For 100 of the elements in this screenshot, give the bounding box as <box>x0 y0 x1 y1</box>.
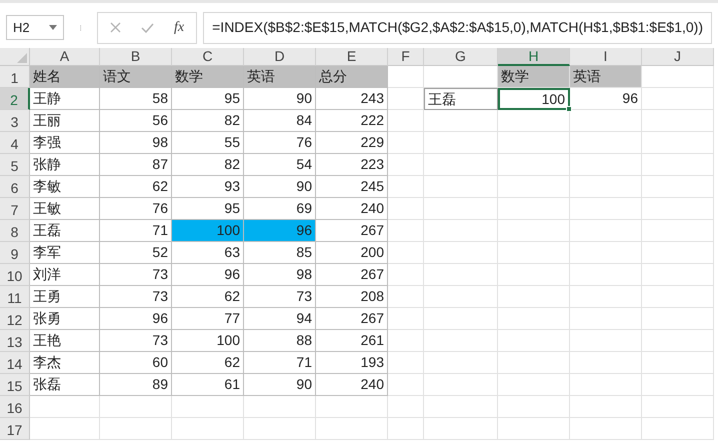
row-header[interactable]: 12 <box>0 308 30 330</box>
empty-cell[interactable] <box>316 418 388 440</box>
row-header[interactable]: 11 <box>0 286 30 308</box>
empty-cell[interactable] <box>570 176 642 198</box>
empty-cell[interactable] <box>570 220 642 242</box>
empty-cell[interactable] <box>424 110 498 132</box>
empty-cell[interactable] <box>642 330 714 352</box>
empty-cell[interactable] <box>388 418 424 440</box>
empty-cell[interactable] <box>570 286 642 308</box>
empty-cell[interactable] <box>570 110 642 132</box>
empty-cell[interactable] <box>570 374 642 396</box>
empty-cell[interactable] <box>642 286 714 308</box>
empty-cell[interactable] <box>424 374 498 396</box>
column-header[interactable]: I <box>570 48 642 66</box>
empty-cell[interactable] <box>388 330 424 352</box>
empty-cell[interactable] <box>498 308 570 330</box>
column-header[interactable]: J <box>642 48 714 66</box>
empty-cell[interactable] <box>100 418 172 440</box>
empty-cell[interactable] <box>388 396 424 418</box>
empty-cell[interactable] <box>388 374 424 396</box>
row-header[interactable]: 9 <box>0 242 30 264</box>
empty-cell[interactable] <box>424 352 498 374</box>
empty-cell[interactable] <box>498 110 570 132</box>
empty-cell[interactable] <box>642 220 714 242</box>
empty-cell[interactable] <box>570 132 642 154</box>
empty-cell[interactable] <box>498 352 570 374</box>
empty-cell[interactable] <box>498 220 570 242</box>
empty-cell[interactable] <box>424 264 498 286</box>
row-header[interactable]: 7 <box>0 198 30 220</box>
row-header[interactable]: 14 <box>0 352 30 374</box>
empty-cell[interactable] <box>498 176 570 198</box>
empty-cell[interactable] <box>570 154 642 176</box>
empty-cell[interactable] <box>570 242 642 264</box>
check-icon[interactable] <box>141 22 154 32</box>
empty-cell[interactable] <box>570 308 642 330</box>
empty-cell[interactable] <box>424 418 498 440</box>
column-header[interactable]: A <box>30 48 100 66</box>
empty-cell[interactable] <box>570 330 642 352</box>
empty-cell[interactable] <box>642 396 714 418</box>
row-header[interactable]: 3 <box>0 110 30 132</box>
empty-cell[interactable] <box>642 154 714 176</box>
empty-cell[interactable] <box>388 264 424 286</box>
empty-cell[interactable] <box>388 132 424 154</box>
empty-cell[interactable] <box>570 352 642 374</box>
fill-handle[interactable] <box>566 106 572 112</box>
empty-cell[interactable] <box>424 330 498 352</box>
column-header[interactable]: F <box>388 48 424 66</box>
row-header[interactable]: 6 <box>0 176 30 198</box>
empty-cell[interactable] <box>388 110 424 132</box>
empty-cell[interactable] <box>642 132 714 154</box>
column-header[interactable]: E <box>316 48 388 66</box>
empty-cell[interactable] <box>244 396 316 418</box>
row-header[interactable]: 8 <box>0 220 30 242</box>
column-header[interactable]: B <box>100 48 172 66</box>
row-header[interactable]: 1 <box>0 66 30 88</box>
row-header[interactable]: 10 <box>0 264 30 286</box>
empty-cell[interactable] <box>424 308 498 330</box>
empty-cell[interactable] <box>498 264 570 286</box>
empty-cell[interactable] <box>642 88 714 110</box>
empty-cell[interactable] <box>570 264 642 286</box>
empty-cell[interactable] <box>388 154 424 176</box>
empty-cell[interactable] <box>498 418 570 440</box>
empty-cell[interactable] <box>642 198 714 220</box>
active-cell[interactable]: 100 <box>498 88 570 110</box>
empty-cell[interactable] <box>424 220 498 242</box>
empty-cell[interactable] <box>642 352 714 374</box>
column-header[interactable]: D <box>244 48 316 66</box>
insert-function-button[interactable]: fx <box>174 17 184 38</box>
empty-cell[interactable] <box>424 132 498 154</box>
empty-cell[interactable] <box>498 374 570 396</box>
select-all-icon[interactable] <box>17 53 27 63</box>
empty-cell[interactable] <box>642 176 714 198</box>
empty-cell[interactable] <box>172 396 244 418</box>
empty-cell[interactable] <box>424 176 498 198</box>
row-header[interactable]: 5 <box>0 154 30 176</box>
empty-cell[interactable] <box>642 418 714 440</box>
empty-cell[interactable] <box>100 396 172 418</box>
formula-field[interactable]: =INDEX($B$2:$E$15,MATCH($G2,$A$2:$A$15,0),MATCH(H$1,$B$1:$E$1,0)) <box>203 12 712 44</box>
empty-cell[interactable] <box>388 286 424 308</box>
empty-cell[interactable] <box>498 286 570 308</box>
empty-cell[interactable] <box>642 242 714 264</box>
empty-cell[interactable] <box>388 198 424 220</box>
row-header[interactable]: 2 <box>0 88 30 110</box>
empty-cell[interactable] <box>498 396 570 418</box>
empty-cell[interactable] <box>244 418 316 440</box>
empty-cell[interactable] <box>498 242 570 264</box>
empty-cell[interactable] <box>498 132 570 154</box>
empty-cell[interactable] <box>498 198 570 220</box>
row-header[interactable]: 17 <box>0 418 30 440</box>
row-header[interactable]: 4 <box>0 132 30 154</box>
empty-cell[interactable] <box>424 198 498 220</box>
empty-cell[interactable] <box>424 286 498 308</box>
empty-cell[interactable] <box>388 352 424 374</box>
empty-cell[interactable] <box>424 396 498 418</box>
empty-cell[interactable] <box>642 110 714 132</box>
name-box[interactable]: H2 <box>6 15 64 40</box>
empty-cell[interactable] <box>388 242 424 264</box>
empty-cell[interactable] <box>424 154 498 176</box>
empty-cell[interactable] <box>570 418 642 440</box>
empty-cell[interactable] <box>172 418 244 440</box>
